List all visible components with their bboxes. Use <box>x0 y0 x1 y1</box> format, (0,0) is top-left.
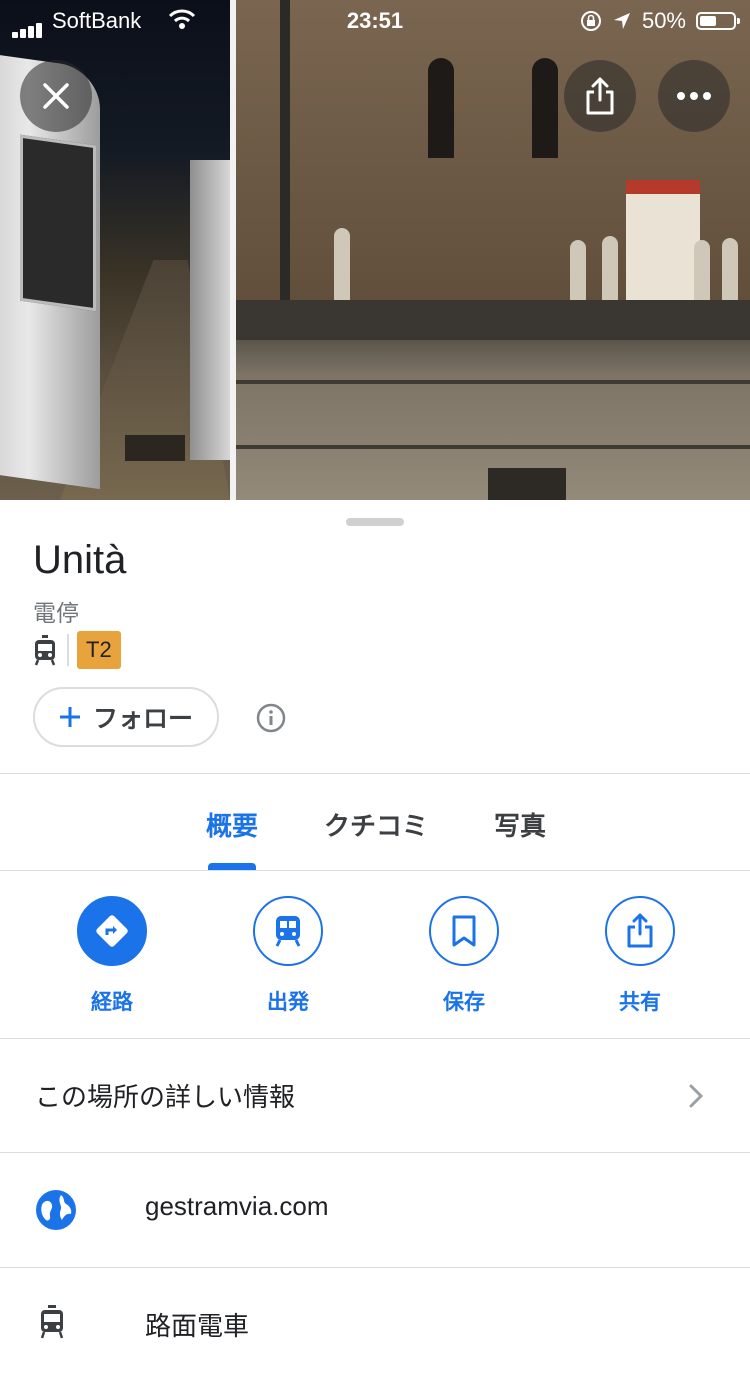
transit-lines: T2 <box>33 630 121 670</box>
tram-car-right <box>190 160 230 460</box>
drain-grate <box>488 468 566 500</box>
place-category: 電停 <box>33 600 79 626</box>
save-label: 保存 <box>443 991 485 1014</box>
follow-label: フォロー <box>92 705 193 733</box>
stop-sign-board <box>626 180 700 304</box>
depart-button[interactable]: 出発 <box>228 896 348 1016</box>
bookmark-icon <box>452 915 476 947</box>
tram-rail <box>236 380 750 384</box>
place-details-sheet: Unità 電停 T2 フォロー 概要 クチコミ 写真 経路 出発 保存 共有 … <box>0 500 750 1341</box>
tab-overview[interactable]: 概要 <box>206 806 258 843</box>
more-info-label: この場所の詳しい情報 <box>35 1082 296 1112</box>
directions-icon <box>96 915 128 947</box>
website-link[interactable]: gestramvia.com <box>145 1191 329 1222</box>
action-buttons: 経路 出発 保存 共有 <box>0 872 750 1038</box>
depart-label: 出発 <box>267 991 309 1014</box>
more-horizontal-icon <box>677 92 711 100</box>
transit-type-label: 路面電車 <box>145 1311 250 1341</box>
place-title: Unità <box>33 538 127 582</box>
facade-window <box>428 58 454 158</box>
tram-window <box>20 134 96 312</box>
orientation-lock-icon <box>580 11 601 31</box>
more-info-row[interactable]: この場所の詳しい情報 <box>0 1039 750 1153</box>
tram-platform <box>236 300 750 340</box>
more-options-button[interactable] <box>658 60 730 132</box>
share-icon <box>627 913 653 948</box>
status-bar: SoftBank 23:51 50% <box>0 0 750 40</box>
active-tab-indicator <box>208 863 256 870</box>
close-button[interactable] <box>20 60 92 132</box>
drain-grate <box>125 435 185 461</box>
battery-percent: 50% <box>641 8 686 33</box>
battery-icon <box>696 12 740 30</box>
chevron-right-icon <box>689 1084 704 1108</box>
tab-reviews[interactable]: クチコミ <box>324 806 428 843</box>
tram-icon <box>34 635 56 666</box>
tram-icon <box>40 1305 64 1339</box>
place-photos[interactable] <box>0 0 750 500</box>
transit-type-row[interactable]: 路面電車 <box>0 1268 750 1382</box>
share-photo-button[interactable] <box>564 60 636 132</box>
follow-button[interactable]: フォロー <box>33 687 219 747</box>
share-button[interactable]: 共有 <box>580 896 700 1016</box>
transit-icon <box>275 916 301 947</box>
save-button[interactable]: 保存 <box>404 896 524 1016</box>
globe-icon <box>36 1190 76 1230</box>
close-icon <box>43 83 69 109</box>
website-row[interactable]: gestramvia.com <box>0 1153 750 1267</box>
plus-icon <box>59 707 80 727</box>
tab-bar: 概要 クチコミ 写真 <box>0 774 750 870</box>
line-badge-t2[interactable]: T2 <box>77 631 121 669</box>
share-label: 共有 <box>619 991 661 1014</box>
facade-window <box>532 58 558 158</box>
directions-label: 経路 <box>91 991 133 1014</box>
pedestrian <box>334 228 350 308</box>
location-arrow-icon <box>613 13 630 29</box>
info-icon[interactable] <box>256 703 286 733</box>
lamp-pole <box>280 0 290 310</box>
sheet-drag-handle[interactable] <box>346 518 404 526</box>
tab-photos[interactable]: 写真 <box>494 806 546 843</box>
tram-rail <box>236 445 750 449</box>
divider <box>0 870 750 871</box>
directions-button[interactable]: 経路 <box>52 896 172 1016</box>
share-icon <box>586 77 614 115</box>
